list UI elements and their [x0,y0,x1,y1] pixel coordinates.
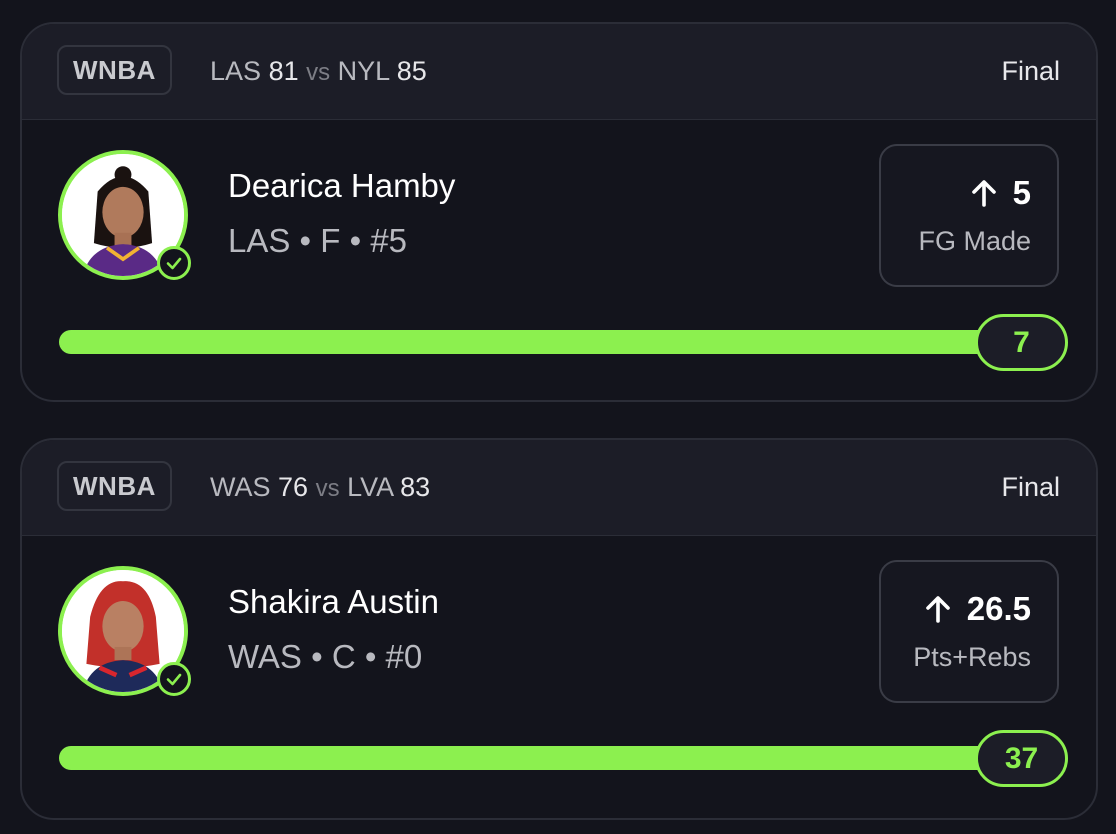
result-pill: 7 [975,314,1068,371]
away-team: WAS [210,472,271,502]
game-status: Final [1001,56,1060,86]
player-name: Shakira Austin [228,583,439,620]
stat-line: 5 [969,174,1031,212]
home-score: 83 [400,472,431,502]
stat-line-box[interactable]: 5 FG Made [879,144,1059,287]
player-name: Dearica Hamby [228,167,456,204]
stat-line: 26.5 [923,590,1031,628]
home-team: NYL [337,56,390,86]
line-value: 5 [1012,174,1031,211]
game-status: Final [1001,472,1060,502]
vs-label: vs [306,59,331,86]
away-score: 76 [278,472,309,502]
progress-bar [59,746,1019,770]
pick-card[interactable]: WNBA LAS 81 vs NYL 85 Final Dearica Hamb… [20,22,1098,402]
progress-fill [59,330,1019,354]
progress-bar [59,330,1019,354]
arrow-up-icon [971,180,996,207]
home-score: 85 [396,56,427,86]
vs-label: vs [315,475,340,502]
player-avatar-wrap[interactable] [58,566,191,696]
result-pill: 37 [975,730,1068,787]
stat-label: Pts+Rebs [913,642,1031,672]
pick-card[interactable]: WNBA WAS 76 vs LVA 83 Final Shakira Aust… [20,438,1098,820]
league-badge: WNBA [57,461,172,511]
player-avatar-wrap[interactable] [58,150,191,280]
line-value: 26.5 [966,590,1031,627]
stat-line-box[interactable]: 26.5 Pts+Rebs [879,560,1059,703]
progress-fill [59,746,1019,770]
card-header: WNBA LAS 81 vs NYL 85 Final [22,24,1096,120]
check-icon [157,246,191,280]
home-team: LVA [347,472,393,502]
away-team: LAS [210,56,262,86]
card-header: WNBA WAS 76 vs LVA 83 Final [22,440,1096,536]
game-matchup: LAS 81 vs NYL 85 [210,56,427,87]
league-badge: WNBA [57,45,172,95]
game-matchup: WAS 76 vs LVA 83 [210,472,430,503]
player-meta: WAS • C • #0 [228,638,423,675]
arrow-up-icon [925,596,950,623]
check-icon [157,662,191,696]
stat-label: FG Made [918,226,1031,256]
player-meta: LAS • F • #5 [228,222,408,259]
away-score: 81 [268,56,299,86]
